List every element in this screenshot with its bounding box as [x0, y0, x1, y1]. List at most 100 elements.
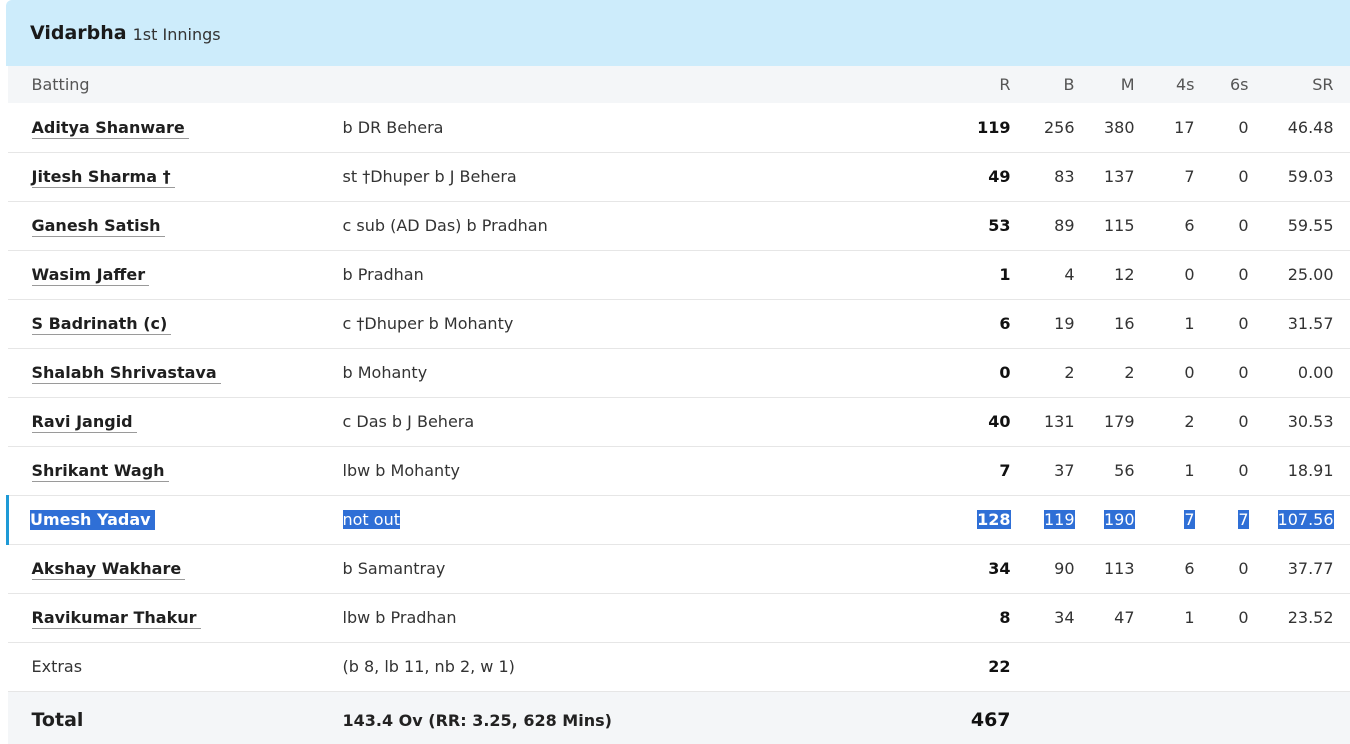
runs-value: 53 [988, 216, 1011, 235]
col-header-batting: Batting [31, 75, 90, 94]
strike-rate-value: 46.48 [1287, 117, 1334, 137]
balls-value: 83 [1054, 167, 1075, 186]
minutes-value: 380 [1103, 117, 1135, 137]
fours-value: 6 [1184, 559, 1195, 578]
runs-value: 0 [999, 363, 1011, 382]
batter-name[interactable]: Shrikant Wagh [31, 461, 169, 482]
balls-value: 34 [1054, 608, 1075, 627]
batter-name[interactable]: Aditya Shanware [31, 117, 189, 139]
extras-detail: (b 8, lb 11, nb 2, w 1) [342, 657, 515, 676]
runs-value: 40 [988, 412, 1011, 431]
batter-name[interactable]: Ravikumar Thakur [31, 608, 201, 629]
dismissal-text: lbw b Mohanty [342, 461, 460, 480]
strike-rate-value: 0.00 [1297, 363, 1334, 382]
strike-rate-value: 59.55 [1287, 216, 1334, 235]
batter-name[interactable]: Ravi Jangid [31, 412, 137, 433]
fours-value: 7 [1184, 510, 1195, 529]
runs-value: 49 [988, 167, 1011, 186]
sixes-value: 0 [1238, 265, 1249, 284]
balls-value: 37 [1054, 461, 1075, 480]
table-row: Akshay Wakhare b Samantray 34 90 113 6 0 37.77 [7, 544, 1350, 593]
sixes-value: 0 [1238, 559, 1249, 578]
sixes-value: 0 [1238, 216, 1249, 235]
strike-rate-value: 18.91 [1287, 461, 1334, 480]
strike-rate-value: 37.77 [1287, 559, 1334, 578]
col-header-runs: R [999, 75, 1011, 94]
table-row: Ravi Jangid c Das b J Behera 40 131 179 2 0 30.… [7, 397, 1350, 446]
sixes-value: 0 [1238, 167, 1249, 186]
table-row: Jitesh Sharma † st †Dhuper b J Behera 49 83… [7, 152, 1350, 201]
dismissal-text: c sub (AD Das) b Pradhan [342, 216, 548, 235]
dismissal-text: b DR Behera [342, 117, 444, 137]
minutes-value: 113 [1103, 559, 1135, 578]
balls-value: 119 [1043, 510, 1075, 529]
table-row: Shalabh Shrivastava b Mohanty 0 2 2 0 0 0.00 [7, 348, 1350, 397]
extras-value: 22 [988, 657, 1011, 676]
strike-rate-value: 30.53 [1287, 412, 1334, 431]
fours-value: 1 [1184, 461, 1195, 480]
table-row: Umesh Yadav not out 128 119 190 7 7 107.56 [7, 495, 1350, 544]
fours-value: 7 [1184, 167, 1195, 186]
total-row: Total 143.4 Ov (RR: 3.25, 628 Mins) 467 [7, 691, 1350, 744]
runs-value: 119 [977, 117, 1011, 137]
minutes-value: 2 [1124, 363, 1135, 382]
runs-value: 7 [999, 461, 1011, 480]
minutes-value: 12 [1114, 265, 1135, 284]
extras-row: Extras (b 8, lb 11, nb 2, w 1) 22 [7, 642, 1350, 691]
col-header-minutes: M [1120, 75, 1135, 94]
minutes-value: 115 [1103, 216, 1135, 235]
batter-name[interactable]: Akshay Wakhare [31, 559, 186, 580]
batter-name[interactable]: Jitesh Sharma † [31, 167, 175, 188]
dismissal-text: c Das b J Behera [342, 412, 475, 431]
batter-name[interactable]: Ganesh Satish [31, 216, 165, 237]
col-header-balls: B [1063, 75, 1075, 94]
batter-name[interactable]: Shalabh Shrivastava [31, 363, 221, 384]
total-label: Total [31, 709, 84, 732]
minutes-value: 179 [1103, 412, 1135, 431]
fours-value: 17 [1174, 117, 1195, 137]
runs-value: 6 [999, 314, 1011, 333]
minutes-value: 190 [1103, 510, 1135, 529]
innings-header[interactable]: Vidarbha 1st Innings [6, 0, 1350, 66]
dismissal-text: lbw b Pradhan [342, 608, 457, 627]
batter-name[interactable]: Wasim Jaffer [31, 265, 150, 286]
strike-rate-value: 25.00 [1287, 265, 1334, 284]
minutes-value: 16 [1114, 314, 1135, 333]
batter-name[interactable]: Umesh Yadav [30, 510, 155, 531]
balls-value: 2 [1064, 363, 1075, 382]
fours-value: 1 [1184, 314, 1195, 333]
minutes-value: 56 [1114, 461, 1135, 480]
col-header-sixes: 6s [1230, 75, 1249, 94]
strike-rate-value: 59.03 [1287, 167, 1334, 186]
table-row: Shrikant Wagh lbw b Mohanty 7 37 56 1 0 18.91 [7, 446, 1350, 495]
batter-name[interactable]: S Badrinath (c) [31, 314, 172, 335]
dismissal-text: not out [342, 510, 400, 529]
balls-value: 89 [1054, 216, 1075, 235]
dismissal-text: b Samantray [342, 559, 446, 578]
balls-value: 131 [1043, 412, 1075, 431]
dismissal-text: c †Dhuper b Mohanty [342, 314, 514, 333]
col-header-fours: 4s [1176, 75, 1195, 94]
strike-rate-value: 107.56 [1277, 510, 1334, 529]
table-row: Aditya Shanware b DR Behera 119 256 380 17 0 46… [7, 103, 1350, 152]
minutes-value: 47 [1114, 608, 1135, 627]
balls-value: 19 [1054, 314, 1075, 333]
minutes-value: 137 [1103, 167, 1135, 186]
dismissal-text: b Pradhan [342, 265, 424, 284]
balls-value: 90 [1054, 559, 1075, 578]
team-name: Vidarbha [30, 22, 127, 44]
runs-value: 8 [999, 608, 1011, 627]
dismissal-text: b Mohanty [342, 363, 428, 382]
innings-label: 1st Innings [132, 25, 221, 44]
fours-value: 2 [1184, 412, 1195, 431]
strike-rate-value: 23.52 [1287, 608, 1334, 627]
balls-value: 256 [1043, 117, 1075, 137]
runs-value: 128 [977, 510, 1011, 529]
extras-label: Extras [31, 657, 83, 676]
table-row: Wasim Jaffer b Pradhan 1 4 12 0 0 25.00 [7, 250, 1350, 299]
fours-value: 1 [1184, 608, 1195, 627]
runs-value: 34 [988, 559, 1011, 578]
dismissal-text: st †Dhuper b J Behera [342, 167, 517, 186]
fours-value: 6 [1184, 216, 1195, 235]
sixes-value: 0 [1238, 412, 1249, 431]
